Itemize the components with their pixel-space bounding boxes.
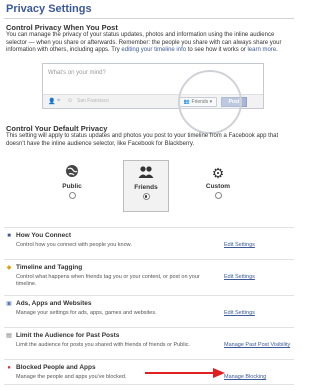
row-description: Manage your settings for ads, apps, game…: [16, 310, 157, 316]
edit-settings-timeline-link[interactable]: Edit Settings: [224, 274, 255, 280]
privacy-custom-radio[interactable]: [214, 192, 222, 199]
privacy-option-public[interactable]: Public: [50, 160, 94, 210]
location-pin-icon[interactable]: ⌖: [57, 98, 60, 105]
edit-timeline-info-link[interactable]: editing your timeline info: [121, 47, 186, 53]
privacy-friends-radio[interactable]: [142, 193, 150, 200]
tag-person-icon[interactable]: 👤: [48, 98, 55, 105]
manage-blocking-link[interactable]: Manage Blocking: [224, 374, 266, 380]
emoji-icon[interactable]: ☺: [67, 98, 73, 104]
settings-row-how-you-connect: ■ How You Connect Control how you connec…: [4, 227, 294, 260]
location-field[interactable]: San Francisco: [77, 98, 109, 104]
learn-more-link[interactable]: learn more: [247, 47, 276, 53]
people-icon: ■: [7, 233, 11, 239]
default-privacy-options: Public Friends ⚙ Custom: [50, 160, 240, 212]
desc-text-3: .: [276, 47, 278, 54]
settings-row-ads-apps: ▣ Ads, Apps and Websites Manage your set…: [4, 295, 294, 328]
row-description: Limit the audience for posts you shared …: [16, 342, 190, 348]
privacy-option-custom[interactable]: ⚙ Custom: [196, 160, 240, 210]
footer-divider: [4, 384, 294, 385]
title-divider: [4, 18, 294, 19]
default-privacy-heading: Control Your Default Privacy: [6, 124, 108, 133]
apps-icon: ▣: [6, 301, 12, 307]
tag-icon: ◆: [6, 265, 12, 271]
manage-past-post-visibility-link[interactable]: Manage Past Post Visibility: [224, 342, 290, 348]
row-title: Limit the Audience for Past Posts: [16, 332, 120, 339]
lock-icon: ▤: [6, 333, 12, 339]
edit-settings-how-you-connect-link[interactable]: Edit Settings: [224, 242, 255, 248]
globe-icon: [50, 164, 94, 182]
control-privacy-heading: Control Privacy When You Post: [6, 23, 118, 32]
block-icon: ●: [7, 365, 11, 371]
row-description: Control how you connect with people you …: [16, 242, 132, 248]
settings-row-timeline-tagging: ◆ Timeline and Tagging Control what happ…: [4, 259, 294, 296]
privacy-public-radio[interactable]: [68, 192, 76, 199]
privacy-option-label: Public: [62, 183, 82, 190]
row-title: Ads, Apps and Websites: [16, 300, 92, 307]
gear-icon: ⚙: [211, 165, 225, 181]
control-privacy-description: You can manage the privacy of your statu…: [6, 32, 292, 55]
row-title: How You Connect: [16, 232, 72, 239]
privacy-option-friends[interactable]: Friends: [123, 160, 169, 212]
page-title: Privacy Settings: [6, 3, 92, 15]
magnifier-highlight: [178, 70, 242, 134]
row-description: Control what happens when friends tag yo…: [16, 274, 200, 287]
red-arrow-annotation: [145, 368, 225, 378]
row-title: Blocked People and Apps: [16, 364, 96, 371]
friends-icon: [124, 165, 168, 183]
edit-settings-ads-apps-link[interactable]: Edit Settings: [224, 310, 255, 316]
row-title: Timeline and Tagging: [16, 264, 83, 271]
privacy-option-label: Friends: [134, 184, 158, 191]
default-privacy-description: This setting will apply to status update…: [6, 133, 279, 147]
privacy-option-label: Custom: [205, 183, 231, 190]
settings-row-past-posts: ▤ Limit the Audience for Past Posts Limi…: [4, 327, 294, 360]
desc-text-2: to see how it works or: [186, 47, 248, 54]
composer-placeholder[interactable]: What's on your mind?: [48, 70, 106, 76]
